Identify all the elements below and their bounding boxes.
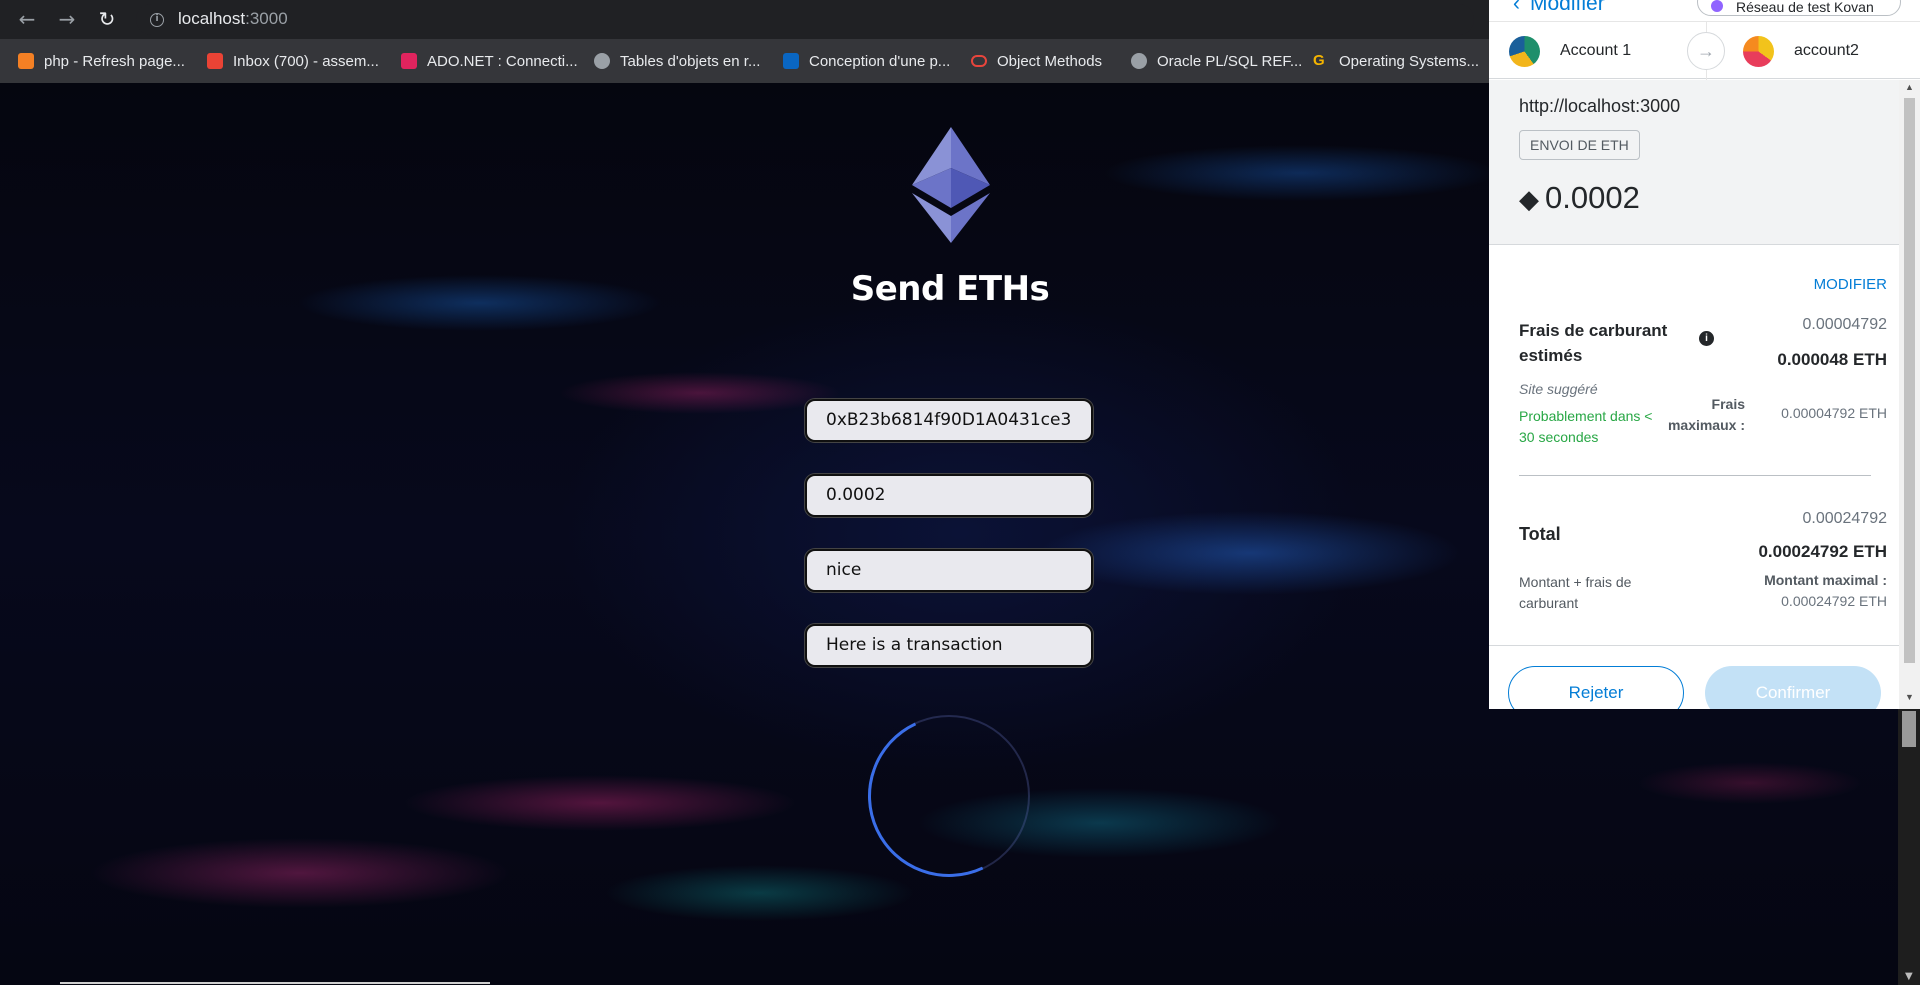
scroll-up-arrow-icon[interactable]: ▲ [1905,82,1914,92]
popup-footer: Rejeter Confirmer [1489,645,1920,709]
send-amount: ◆ 0.0002 [1519,180,1640,216]
to-account[interactable]: account2 [1743,22,1859,80]
avatar [1743,35,1774,67]
gas-fee-label: Frais de carburant estimés [1519,321,1668,365]
keyword-input[interactable]: nice [805,549,1093,592]
avatar [1509,35,1540,67]
loading-spinner [845,692,1053,900]
address-bar[interactable]: i localhost:3000 ⧉ ☆ [136,4,1587,35]
eth-diamond-icon: ◆ [1519,184,1539,214]
max-fee-label: Frais maximaux : [1667,396,1745,433]
account-transfer-row: Account 1 → account2 [1489,21,1920,80]
url-host: localhost [178,9,246,28]
globe-icon [1131,53,1147,69]
bookmark-item[interactable]: G Operating Systems... [1313,50,1479,72]
bookmark-label: ADO.NET : Connecti... [427,52,578,70]
page-title: Send ETHs [850,269,1050,309]
site-suggested-label: Site suggéré [1519,381,1598,397]
confirm-button[interactable]: Confirmer [1705,666,1881,709]
metamask-popup: ‹ Modifier Réseau de test Kovan Account 1… [1489,0,1920,709]
popup-scrollbar-thumb[interactable] [1904,98,1915,663]
spinner-arc [845,692,1053,900]
url-text: localhost:3000 [178,9,288,29]
oracle-icon [971,55,987,67]
max-fee-value: 0.00004792 ETH [1781,405,1887,421]
linkedin-icon [783,53,799,69]
popup-scrollbar[interactable]: ▲ ▼ [1899,80,1920,709]
bookmark-label: php - Refresh page... [44,52,185,70]
bookmark-item[interactable]: php - Refresh page... [18,50,185,72]
transaction-details: MODIFIER Frais de carburant estimés i 0.… [1489,246,1920,646]
edit-back-button[interactable]: ‹ Modifier [1513,0,1605,16]
from-account-name: Account 1 [1560,42,1632,59]
message-input[interactable]: Here is a transaction [805,624,1093,667]
max-amount-label: Montant maximal : [1764,572,1887,588]
total-secondary: 0.00024792 [1802,510,1887,527]
bookmark-item[interactable]: ADO.NET : Connecti... [401,50,578,72]
ethereum-logo-icon [912,127,990,243]
bookmark-label: Tables d'objets en r... [620,52,761,70]
network-label: Réseau de test Kovan [1736,0,1874,15]
reject-button[interactable]: Rejeter [1508,666,1684,709]
stackoverflow-icon [18,53,34,69]
bookmark-label: Conception d'une p... [809,52,951,70]
google-icon: G [1313,52,1325,69]
globe-icon [594,53,610,69]
bookmark-label: Object Methods [997,52,1103,70]
bookmark-label: Inbox (700) - assem... [233,52,379,70]
metamask-header: ‹ Modifier Réseau de test Kovan [1489,0,1920,16]
divider [60,982,490,984]
bookmark-item[interactable]: Inbox (700) - assem... [207,50,379,72]
back-arrow-icon[interactable]: ← [14,6,40,32]
amount-input[interactable]: 0.0002 [805,474,1093,517]
forward-arrow-icon[interactable]: → [54,6,80,32]
send-amount-value: 0.0002 [1545,180,1640,215]
page-scrollbar-thumb[interactable] [1902,711,1916,747]
divider [1519,475,1871,476]
max-amount-value: 0.00024792 ETH [1781,593,1887,609]
chevron-left-icon: ‹ [1513,0,1520,15]
network-dot-icon [1711,0,1723,12]
bookmark-item[interactable]: Object Methods [971,50,1102,72]
info-icon[interactable]: i [1699,331,1714,346]
arrow-right-icon: → [1687,32,1725,70]
bookmark-label: Operating Systems... [1339,52,1480,70]
from-account[interactable]: Account 1 [1509,22,1631,80]
address-input[interactable]: 0xB23b6814f90D1A0431ce3 [805,399,1093,442]
bookmark-label: Oracle PL/SQL REF... [1157,52,1303,70]
scroll-down-arrow-icon[interactable]: ▼ [1905,971,1913,982]
gas-fee-primary: 0.000048 ETH [1777,350,1887,369]
transaction-summary: http://localhost:3000 ENVOI DE ETH ◆ 0.00… [1489,80,1920,245]
reload-icon[interactable]: ↻ [94,6,120,32]
bookmark-item[interactable]: Tables d'objets en r... [594,50,760,72]
total-primary: 0.00024792 ETH [1758,542,1887,561]
scroll-down-arrow-icon[interactable]: ▼ [1905,692,1914,702]
origin-url: http://localhost:3000 [1519,96,1681,116]
network-selector[interactable]: Réseau de test Kovan [1697,0,1901,16]
gmail-icon [207,53,223,69]
gas-fee-secondary: 0.00004792 [1802,316,1887,333]
to-account-name: account2 [1794,42,1859,59]
total-note: Montant + frais de carburant [1519,574,1632,611]
tutorial-site-icon [401,53,417,69]
transaction-type-badge: ENVOI DE ETH [1519,130,1640,160]
edit-back-label: Modifier [1530,0,1605,15]
bookmark-item[interactable]: Oracle PL/SQL REF... [1131,50,1302,72]
site-info-icon[interactable]: i [150,13,164,27]
edit-gas-link[interactable]: MODIFIER [1814,276,1887,293]
total-label: Total [1519,524,1561,544]
gas-timing-estimate: Probablement dans < 30 secondes [1519,408,1653,445]
url-port: :3000 [245,9,288,28]
bookmark-item[interactable]: Conception d'une p... [783,50,950,72]
